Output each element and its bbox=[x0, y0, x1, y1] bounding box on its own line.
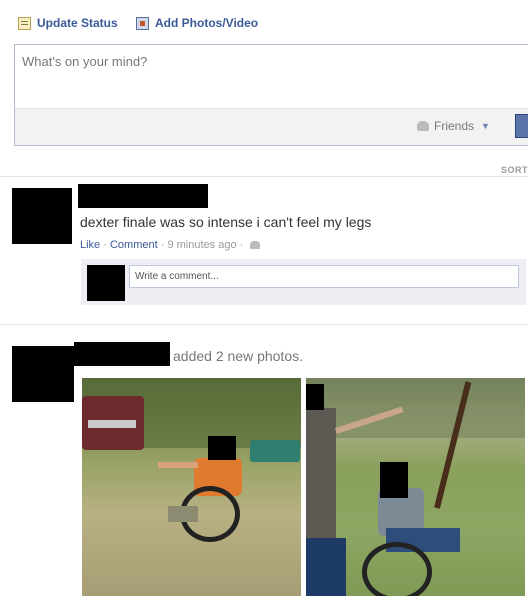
audience-label: Friends bbox=[434, 119, 475, 133]
post-button[interactable] bbox=[515, 114, 528, 138]
comment-area: Write a comment... bbox=[81, 259, 526, 305]
status-input[interactable]: What's on your mind? bbox=[22, 54, 147, 69]
sort-label[interactable]: SORT bbox=[501, 165, 528, 175]
audience-selector[interactable]: Friends ▼ bbox=[417, 119, 490, 133]
like-link[interactable]: Like bbox=[80, 239, 100, 251]
add-photo-icon bbox=[136, 16, 149, 30]
person-arms bbox=[158, 462, 198, 468]
post-action-text: added 2 new photos. bbox=[173, 348, 303, 364]
add-photos-video-tab[interactable]: Add Photos/Video bbox=[136, 16, 258, 30]
feed-divider bbox=[0, 324, 528, 325]
commenter-avatar bbox=[87, 265, 125, 301]
comment-link[interactable]: Comment bbox=[110, 239, 158, 251]
person-legs bbox=[168, 506, 198, 522]
face-redaction bbox=[380, 462, 408, 498]
friends-privacy-icon bbox=[250, 241, 261, 250]
avatar[interactable] bbox=[12, 346, 74, 402]
add-photos-video-label: Add Photos/Video bbox=[155, 16, 259, 30]
wheelchair-wheel bbox=[362, 542, 432, 596]
picnic-table bbox=[250, 440, 300, 462]
update-status-label: Update Status bbox=[37, 16, 118, 30]
post-meta: Like · Comment · 9 minutes ago · bbox=[80, 239, 261, 251]
face-redaction bbox=[306, 384, 324, 410]
face-redaction bbox=[208, 436, 236, 460]
photo-thumbnail[interactable] bbox=[82, 378, 301, 596]
update-status-icon bbox=[18, 16, 31, 30]
dropdown-caret-icon: ▼ bbox=[481, 121, 490, 131]
photo-thumbnail[interactable] bbox=[306, 378, 525, 596]
post-text: dexter finale was so intense i can't fee… bbox=[80, 214, 372, 230]
person-jeans bbox=[306, 538, 346, 596]
feed-divider bbox=[0, 176, 528, 177]
avatar[interactable] bbox=[12, 188, 72, 244]
comment-input[interactable]: Write a comment... bbox=[129, 265, 519, 288]
truck-grille bbox=[88, 420, 136, 428]
composer-toolbar: Friends ▼ bbox=[15, 108, 528, 145]
update-status-tab[interactable]: Update Status bbox=[18, 16, 118, 30]
author-name-redacted[interactable] bbox=[78, 184, 208, 208]
status-composer[interactable]: What's on your mind? Friends ▼ bbox=[14, 44, 528, 146]
friends-icon bbox=[417, 121, 429, 131]
author-name-redacted[interactable] bbox=[74, 342, 170, 366]
post-timestamp[interactable]: 9 minutes ago bbox=[167, 239, 236, 251]
